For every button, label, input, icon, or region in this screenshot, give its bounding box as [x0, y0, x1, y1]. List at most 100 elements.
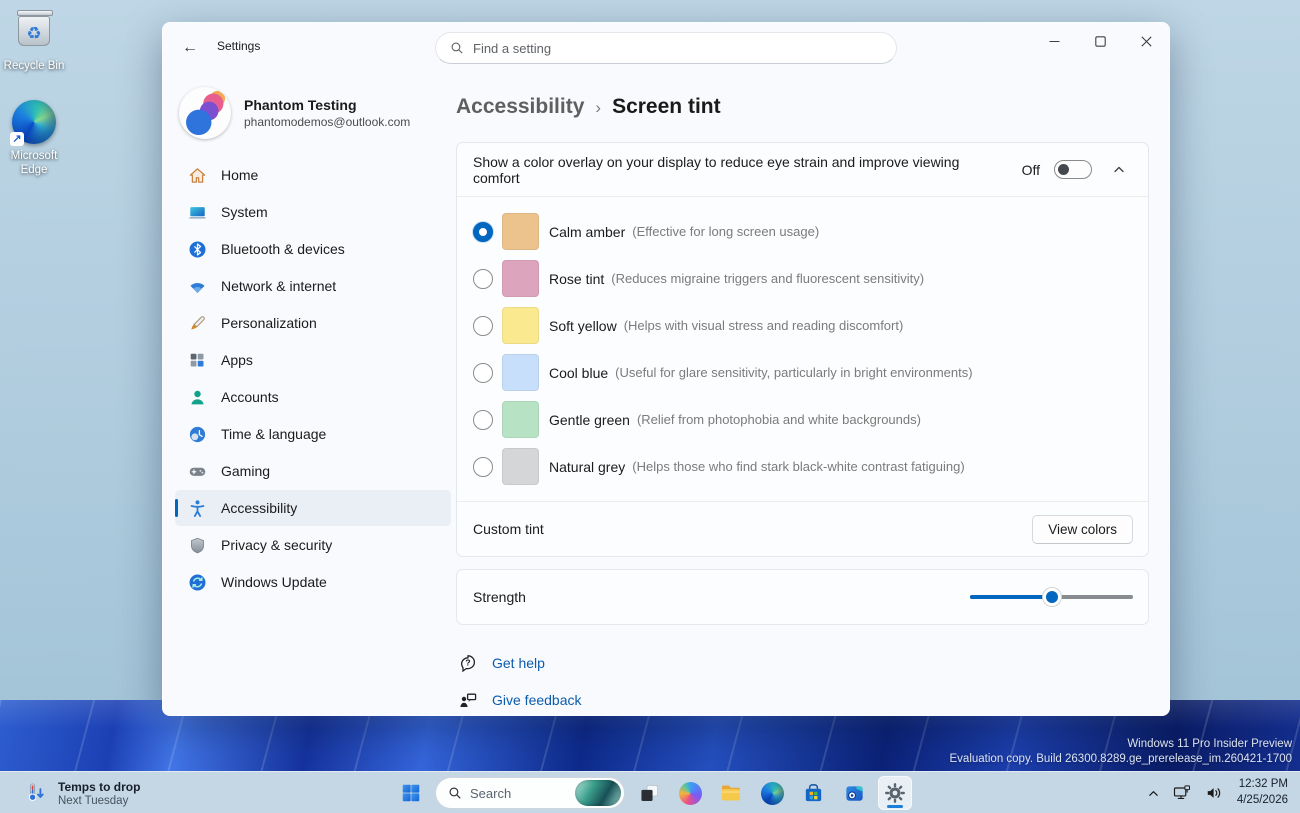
tint-note: (Helps those who find stark black-white …: [632, 459, 964, 474]
radio-button[interactable]: [473, 363, 493, 383]
sidebar-item-label: Accounts: [221, 389, 279, 405]
tint-option-gentle-green[interactable]: Gentle green (Relief from photophobia an…: [457, 396, 1148, 443]
start-button[interactable]: [394, 776, 428, 810]
copilot-button[interactable]: [673, 776, 707, 810]
file-explorer-button[interactable]: [714, 776, 748, 810]
give-feedback-link[interactable]: Give feedback: [458, 690, 1149, 710]
taskbar-search[interactable]: Search: [435, 777, 625, 809]
sidebar-item-label: Bluetooth & devices: [221, 241, 345, 257]
sidebar-item-accessibility[interactable]: Accessibility: [175, 490, 451, 526]
settings-app-button[interactable]: [878, 776, 912, 810]
tint-note: (Relief from photophobia and white backg…: [637, 412, 921, 427]
strength-card: Strength: [456, 569, 1149, 625]
slider-knob[interactable]: [1043, 588, 1061, 606]
desktop-icon-microsoft-edge[interactable]: ↗ Microsoft Edge: [0, 100, 72, 178]
maximize-button[interactable]: [1077, 23, 1123, 59]
microsoft-store-icon: [802, 782, 825, 805]
microsoft-store-button[interactable]: [796, 776, 830, 810]
close-button[interactable]: [1123, 23, 1169, 59]
sidebar-item-system[interactable]: System: [175, 194, 451, 230]
gaming-icon: [187, 461, 207, 481]
back-button[interactable]: ←: [175, 35, 205, 61]
desktop-icon-label: Recycle Bin: [0, 59, 72, 73]
radio-button[interactable]: [473, 269, 493, 289]
color-overlay-description: Show a color overlay on your display to …: [473, 154, 1010, 186]
task-view-button[interactable]: [632, 776, 666, 810]
desktop-icon-recycle-bin[interactable]: ♻ Recycle Bin: [0, 12, 72, 73]
outlook-button[interactable]: [837, 776, 871, 810]
network-tray-button[interactable]: [1167, 778, 1197, 808]
color-overlay-header: Show a color overlay on your display to …: [457, 143, 1148, 197]
footer-links: ? Get help Give feedback: [456, 653, 1149, 710]
account-profile[interactable]: Phantom Testing phantomodemos@outlook.co…: [179, 87, 455, 139]
tint-option-calm-amber[interactable]: Calm amber (Effective for long screen us…: [457, 208, 1148, 255]
expander-collapse-button[interactable]: [1104, 155, 1134, 185]
settings-search-input[interactable]: Find a setting: [435, 32, 897, 64]
sidebar-item-network-internet[interactable]: Network & internet: [175, 268, 451, 304]
tint-option-rose-tint[interactable]: Rose tint (Reduces migraine triggers and…: [457, 255, 1148, 302]
tint-option-soft-yellow[interactable]: Soft yellow (Helps with visual stress an…: [457, 302, 1148, 349]
tray-overflow-button[interactable]: [1142, 778, 1165, 808]
sidebar-item-time-language[interactable]: Time & language: [175, 416, 451, 452]
personalization-icon: [187, 313, 207, 333]
minimize-button[interactable]: [1031, 23, 1077, 59]
sidebar-item-bluetooth-devices[interactable]: Bluetooth & devices: [175, 231, 451, 267]
sidebar-item-label: Time & language: [221, 426, 326, 442]
caption-buttons: [1031, 23, 1169, 59]
breadcrumb-parent[interactable]: Accessibility: [456, 95, 584, 119]
search-icon: [450, 41, 464, 55]
radio-button[interactable]: [473, 410, 493, 430]
outlook-icon: [843, 782, 866, 805]
radio-button[interactable]: [473, 316, 493, 336]
sidebar-item-windows-update[interactable]: Windows Update: [175, 564, 451, 600]
strength-slider[interactable]: [970, 587, 1133, 607]
sidebar-item-accounts[interactable]: Accounts: [175, 379, 451, 415]
sidebar-item-gaming[interactable]: Gaming: [175, 453, 451, 489]
sidebar-item-privacy-security[interactable]: Privacy & security: [175, 527, 451, 563]
profile-name: Phantom Testing: [244, 97, 410, 113]
tint-option-natural-grey[interactable]: Natural grey (Helps those who find stark…: [457, 443, 1148, 490]
sidebar-item-home[interactable]: Home: [175, 157, 451, 193]
sidebar-item-label: Personalization: [221, 315, 317, 331]
custom-tint-label: Custom tint: [473, 521, 1032, 537]
sidebar-item-label: Apps: [221, 352, 253, 368]
file-explorer-icon: [719, 781, 743, 805]
sidebar-item-label: Privacy & security: [221, 537, 332, 553]
bluetooth-icon: [187, 239, 207, 259]
sidebar-item-apps[interactable]: Apps: [175, 342, 451, 378]
widget-headline: Temps to drop: [58, 780, 140, 794]
svg-text:?: ?: [465, 658, 470, 668]
time-language-icon: [187, 424, 207, 444]
widget-subtext: Next Tuesday: [58, 795, 140, 807]
tint-name: Calm amber: [549, 224, 625, 240]
sidebar-item-label: Network & internet: [221, 278, 336, 294]
tint-option-cool-blue[interactable]: Cool blue (Useful for glare sensitivity,…: [457, 349, 1148, 396]
evaluation-watermark: Windows 11 Pro Insider Preview Evaluatio…: [950, 737, 1292, 767]
sidebar-item-personalization[interactable]: Personalization: [175, 305, 451, 341]
edge-icon: [761, 782, 784, 805]
give-feedback-label: Give feedback: [492, 692, 582, 708]
profile-email: phantomodemos@outlook.com: [244, 115, 410, 129]
radio-button-selected[interactable]: [473, 222, 493, 242]
taskbar-search-label: Search: [470, 786, 567, 801]
search-highlight-art: [575, 780, 621, 806]
edge-button[interactable]: [755, 776, 789, 810]
get-help-link[interactable]: ? Get help: [458, 653, 1149, 673]
selection-indicator: [175, 499, 178, 517]
home-icon: [187, 165, 207, 185]
radio-button[interactable]: [473, 457, 493, 477]
shortcut-arrow-icon: ↗: [10, 132, 24, 146]
tray-date: 4/25/2026: [1237, 793, 1288, 809]
chevron-up-icon: [1147, 787, 1160, 800]
main-content: Accessibility › Screen tint Show a color…: [456, 81, 1149, 716]
copilot-icon: [679, 782, 702, 805]
color-overlay-toggle[interactable]: [1054, 160, 1092, 179]
accessibility-icon: [187, 498, 207, 518]
volume-tray-button[interactable]: [1199, 778, 1229, 808]
weather-widget[interactable]: Temps to drop Next Tuesday: [14, 775, 150, 811]
taskbar-clock[interactable]: 12:32 PM 4/25/2026: [1231, 777, 1294, 808]
view-colors-button[interactable]: View colors: [1032, 515, 1133, 544]
color-overlay-expander: Show a color overlay on your display to …: [456, 142, 1149, 557]
tint-name: Rose tint: [549, 271, 604, 287]
windows-start-icon: [400, 782, 422, 804]
